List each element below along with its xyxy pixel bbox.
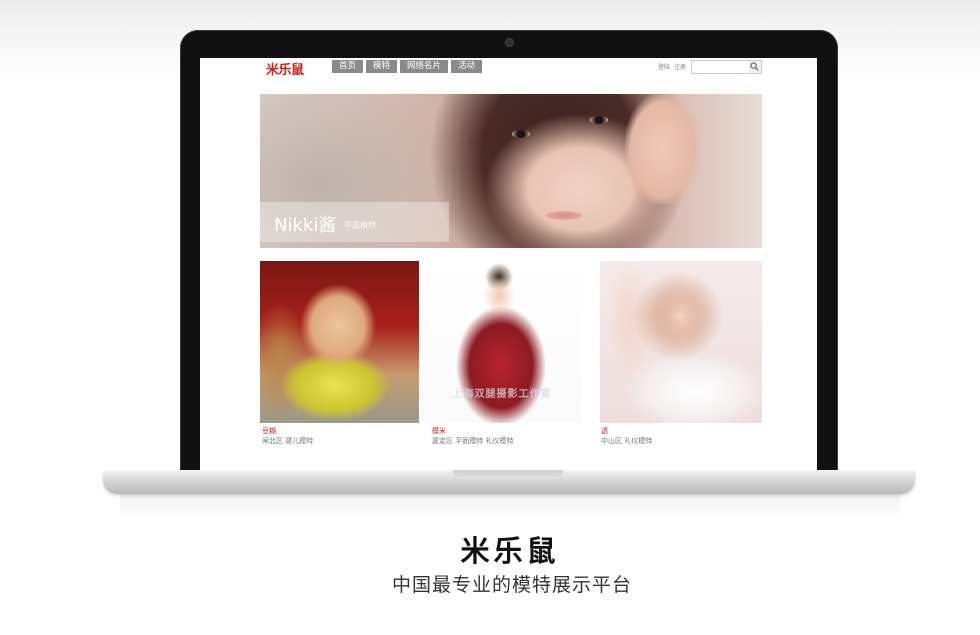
laptop-screen: 米乐鼠 首页 模特 网络名片 活动 登陆 注册 Nikki酱 平面模特 上海双腿… xyxy=(200,58,817,471)
hero-photo-eye xyxy=(590,116,608,124)
hero-banner[interactable]: Nikki酱 平面模特 xyxy=(260,94,762,248)
nav-item-home[interactable]: 首页 xyxy=(332,60,364,73)
photo-watermark: 上海双腿摄影工作室 xyxy=(452,389,552,400)
model-card-name[interactable]: 模米 xyxy=(432,426,446,436)
search-input[interactable] xyxy=(691,60,749,74)
model-card-photo[interactable]: 上海双腿摄影工作室 xyxy=(419,261,581,423)
site-logo[interactable]: 米乐鼠 xyxy=(266,59,304,78)
hero-model-role: 平面模特 xyxy=(344,221,376,230)
login-link[interactable]: 登陆 xyxy=(658,62,670,71)
nav-item-models[interactable]: 模特 xyxy=(366,60,398,73)
brand-tagline: 中国最专业的模特展示平台 xyxy=(391,574,632,596)
brand-title: 米乐鼠 xyxy=(460,534,560,568)
hero-photo-lips xyxy=(546,211,582,220)
laptop-base xyxy=(103,470,915,494)
laptop-shadow xyxy=(120,494,900,518)
register-link[interactable]: 注册 xyxy=(674,62,686,71)
model-card-photo[interactable] xyxy=(600,261,762,423)
search-button[interactable] xyxy=(748,60,762,74)
model-card-tags: 嘉定区 平面模特 礼仪模特 xyxy=(432,437,514,445)
nav-item-events[interactable]: 活动 xyxy=(451,60,483,73)
model-card-name[interactable]: 豆糊 xyxy=(262,426,276,436)
camera-icon xyxy=(506,39,513,46)
laptop-notch xyxy=(453,470,563,479)
auth-links: 登陆 注册 xyxy=(658,62,686,71)
model-card-tags: 闸北区 婴儿模特 xyxy=(262,437,314,445)
site-header: 米乐鼠 首页 模特 网络名片 活动 登陆 注册 xyxy=(200,58,817,78)
nav-item-web-card[interactable]: 网络名片 xyxy=(400,60,449,73)
model-card-photo[interactable] xyxy=(260,261,422,423)
laptop-lid: 米乐鼠 首页 模特 网络名片 活动 登陆 注册 Nikki酱 平面模特 上海双腿… xyxy=(180,30,838,472)
hero-caption: Nikki酱 平面模特 xyxy=(260,202,449,242)
hero-photo-eye xyxy=(512,130,530,138)
model-card-tags: 中山区 礼仪模特 xyxy=(601,437,653,445)
main-nav: 首页 模特 网络名片 活动 xyxy=(332,60,483,73)
model-card-name[interactable]: 透 xyxy=(601,426,608,436)
hero-model-name[interactable]: Nikki酱 xyxy=(274,211,336,237)
search-icon xyxy=(750,62,759,71)
hero-photo-hand xyxy=(625,94,700,204)
